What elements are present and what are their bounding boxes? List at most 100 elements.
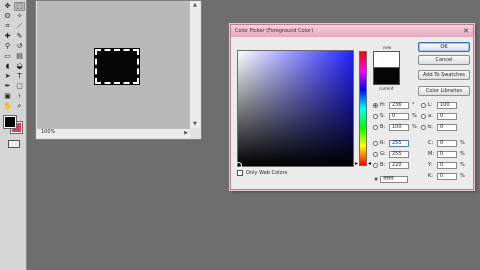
color-field[interactable]: [235, 50, 354, 169]
cmyk-unit: %: [460, 173, 465, 179]
dodge-tool[interactable]: ◒: [14, 62, 25, 71]
close-icon[interactable]: ✕: [463, 26, 469, 36]
slice-tool[interactable]: ⟋: [14, 22, 25, 31]
healing-brush-tool[interactable]: ✚: [2, 32, 13, 41]
hsb-value-input[interactable]: 100: [389, 123, 409, 131]
hsb-row-s: S: 0%: [373, 112, 417, 120]
new-color-label: new: [383, 45, 392, 50]
color-field-marker[interactable]: [235, 162, 242, 169]
current-color-preview[interactable]: [373, 68, 400, 85]
horizontal-scrollbar[interactable]: 100% ▶: [37, 128, 190, 138]
cmyk-row-k: K: 0%: [428, 172, 465, 180]
lab-label: b:: [428, 124, 433, 130]
scroll-down-icon[interactable]: ▼: [193, 121, 197, 127]
dialog-title: Color Picker (Foreground Color): [235, 28, 314, 34]
hsb-label: H:: [380, 102, 386, 108]
dialog-titlebar[interactable]: Color Picker (Foreground Color) ✕: [231, 25, 473, 37]
cancel-button[interactable]: Cancel: [418, 55, 470, 65]
hue-slider-right-arrow-icon[interactable]: ◂: [368, 161, 371, 167]
hsb-row-h: H: 236 °: [373, 101, 415, 109]
hsb-row-b: B: 100%: [373, 123, 417, 131]
zoom-level[interactable]: 100%: [41, 128, 55, 137]
cmyk-row-m: M: 0%: [428, 150, 465, 158]
rgb-value-input[interactable]: 255: [389, 150, 409, 158]
lab-value-input[interactable]: 0: [437, 123, 457, 131]
hsb-radio-s[interactable]: [373, 113, 378, 119]
cmyk-label: M:: [428, 151, 434, 157]
color-libraries-button[interactable]: Color Libraries: [418, 86, 470, 96]
lab-value-input[interactable]: 0: [437, 112, 457, 120]
add-to-swatches-button[interactable]: Add To Swatches: [418, 70, 470, 80]
hsb-radio-b[interactable]: [373, 124, 378, 130]
rgb-value-input[interactable]: 255: [389, 139, 409, 147]
cmyk-unit: %: [460, 151, 465, 157]
vertical-scrollbar[interactable]: ▲ ▼: [189, 1, 200, 128]
rgb-row-r: R: 255: [373, 139, 409, 147]
gradient-tool[interactable]: ▤: [14, 52, 25, 61]
cmyk-unit: %: [460, 140, 465, 146]
lab-radio-b[interactable]: [421, 124, 426, 130]
brush-tool[interactable]: ✎: [14, 32, 25, 41]
hue-slider[interactable]: [359, 51, 367, 166]
rgb-label: B:: [380, 162, 386, 168]
hsb-label: S:: [380, 113, 385, 119]
cmyk-label: Y:: [428, 162, 433, 168]
pen-tool[interactable]: ✒: [2, 82, 13, 91]
blur-tool[interactable]: ◖: [2, 62, 13, 71]
lab-radio-a[interactable]: [421, 113, 426, 119]
shape-tool[interactable]: ▢: [14, 82, 25, 91]
crop-tool[interactable]: ⌗: [2, 22, 13, 31]
eraser-tool[interactable]: ▭: [2, 52, 13, 61]
tools-panel: ✥ ⬚ ʘ ✧ ⌗ ⟋ ✚ ✎ ⚲ ↺ ▭ ▤ ◖ ◒ ➤ T ✒ ▢ ▣ ⟊ ✋ ⌕: [0, 0, 27, 270]
rgb-row-g: G: 255: [373, 150, 409, 158]
document-window: ▲ ▼ 100% ▶: [35, 0, 202, 140]
hsb-radio-h[interactable]: [373, 102, 378, 108]
clone-stamp-tool[interactable]: ⚲: [2, 42, 13, 51]
lab-row-a: a: 0: [421, 112, 457, 120]
ok-button[interactable]: OK: [418, 42, 470, 52]
move-tool[interactable]: ✥: [2, 2, 13, 11]
rgb-value-input[interactable]: 220: [389, 161, 409, 169]
scroll-up-icon[interactable]: ▲: [193, 2, 197, 8]
black-rectangle-selection[interactable]: [95, 49, 139, 84]
cmyk-value-input[interactable]: 0: [437, 172, 457, 180]
lab-row-l: L: 100: [421, 101, 457, 109]
hsb-value-input[interactable]: 236: [389, 101, 409, 109]
only-web-colors-option[interactable]: Only Web Colors: [237, 170, 287, 176]
rgb-radio-r[interactable]: [373, 140, 378, 146]
hand-tool[interactable]: ✋: [2, 102, 13, 111]
cmyk-value-input[interactable]: 0: [437, 139, 457, 147]
hex-row: # ffffff: [374, 176, 409, 183]
cmyk-value-input[interactable]: 0: [437, 161, 457, 169]
rgb-row-b: B: 220: [373, 161, 409, 169]
notes-tool[interactable]: ▣: [2, 92, 13, 101]
cmyk-value-input[interactable]: 0: [437, 150, 457, 158]
canvas[interactable]: [37, 1, 189, 128]
hex-input[interactable]: ffffff: [380, 176, 409, 183]
lab-value-input[interactable]: 100: [437, 101, 457, 109]
current-color-label: current: [379, 86, 394, 91]
hsb-value-input[interactable]: 0: [389, 112, 409, 120]
marquee-tool[interactable]: ⬚: [14, 2, 25, 11]
foreground-color-swatch[interactable]: [3, 115, 17, 129]
rgb-radio-g[interactable]: [373, 151, 378, 157]
only-web-colors-label: Only Web Colors: [246, 170, 288, 176]
hsb-unit: °: [412, 102, 415, 108]
hsb-unit: %: [412, 113, 417, 119]
rgb-radio-b[interactable]: [373, 162, 378, 168]
lab-radio-l[interactable]: [421, 102, 426, 108]
eyedropper-tool[interactable]: ⟊: [14, 92, 25, 101]
quick-mask-icon[interactable]: [8, 140, 20, 148]
scroll-right-icon[interactable]: ▶: [184, 130, 188, 136]
cmyk-row-y: Y: 0%: [428, 161, 465, 169]
cmyk-label: K:: [428, 173, 433, 179]
history-brush-tool[interactable]: ↺: [14, 42, 25, 51]
lab-label: L:: [428, 102, 433, 108]
zoom-tool[interactable]: ⌕: [14, 102, 25, 111]
type-tool[interactable]: T: [14, 72, 25, 81]
hue-slider-left-arrow-icon[interactable]: ▸: [355, 161, 358, 167]
only-web-colors-checkbox[interactable]: [237, 170, 243, 176]
magic-wand-tool[interactable]: ✧: [14, 12, 25, 21]
path-selection-tool[interactable]: ➤: [2, 72, 13, 81]
lasso-tool[interactable]: ʘ: [2, 12, 13, 21]
